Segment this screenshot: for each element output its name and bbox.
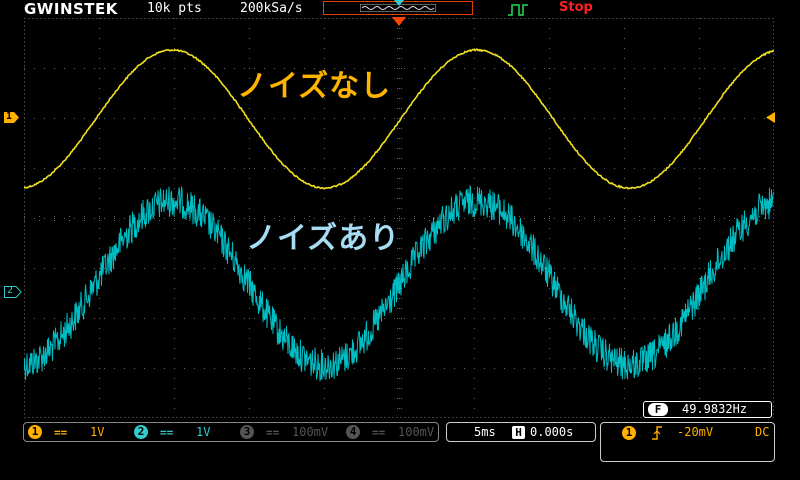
ch1-coupling: == — [54, 426, 68, 439]
ch2-annotation: ノイズあり — [246, 221, 401, 256]
ch2-coupling: == — [160, 426, 174, 439]
ch3-scale: 100mV — [292, 425, 329, 439]
channel-settings: 1 == 1V 2 == 1V 3 == 100mV 4 == 100mV — [23, 422, 439, 442]
ch1-annotation: ノイズなし — [237, 69, 392, 104]
horizontal-position: 0.000s — [530, 425, 574, 439]
ch4-settings[interactable]: 4 == 100mV — [346, 423, 438, 441]
frequency-badge: F — [648, 403, 668, 416]
ch4-coupling: == — [372, 426, 386, 439]
trigger-status-icon — [508, 4, 528, 16]
ch2-marker-label: 2 — [7, 285, 14, 296]
frequency-value: 49.9832Hz — [682, 402, 748, 416]
trigger-position-marker[interactable] — [392, 17, 406, 26]
ch1-scale: 1V — [90, 425, 105, 439]
horizontal-position-badge: H — [512, 426, 525, 439]
ch1-marker[interactable]: 1 — [4, 111, 19, 123]
ch2-number-badge: 2 — [134, 425, 148, 439]
ch1-marker-label: 1 — [6, 111, 13, 122]
frequency-counter[interactable]: F 49.9832Hz — [643, 401, 772, 418]
brand-logo: GWINSTEK — [24, 0, 118, 18]
record-length[interactable]: 10k pts — [147, 1, 202, 16]
trigger-coupling: DC — [755, 425, 770, 439]
trigger-settings[interactable]: 1 -20mV DC — [600, 422, 775, 462]
ch2-settings[interactable]: 2 == 1V — [134, 423, 234, 441]
top-status-bar: GWINSTEK 10k pts 200kSa/s Stop — [0, 0, 800, 18]
ch1-number-badge: 1 — [28, 425, 42, 439]
ch1-settings[interactable]: 1 == 1V — [24, 423, 134, 441]
memory-position-marker-icon — [394, 0, 404, 6]
ch2-scale: 1V — [196, 425, 211, 439]
ch3-number-badge: 3 — [240, 425, 254, 439]
timebase-scale: 5ms — [474, 425, 496, 439]
rising-edge-icon — [652, 426, 662, 440]
ch3-settings[interactable]: 3 == 100mV — [240, 423, 340, 441]
ch4-scale: 100mV — [398, 425, 435, 439]
timebase-settings[interactable]: 5ms H 0.000s — [446, 422, 596, 442]
ch4-number-badge: 4 — [346, 425, 360, 439]
sample-rate[interactable]: 200kSa/s — [240, 1, 303, 16]
trigger-level: -20mV — [677, 425, 714, 439]
ch3-coupling: == — [266, 426, 280, 439]
run-stop-status[interactable]: Stop — [559, 0, 593, 15]
ch2-marker[interactable]: 2 — [4, 285, 22, 298]
trigger-level-marker[interactable] — [766, 112, 775, 123]
memory-bar[interactable] — [323, 0, 473, 15]
trigger-source-badge: 1 — [622, 426, 636, 440]
